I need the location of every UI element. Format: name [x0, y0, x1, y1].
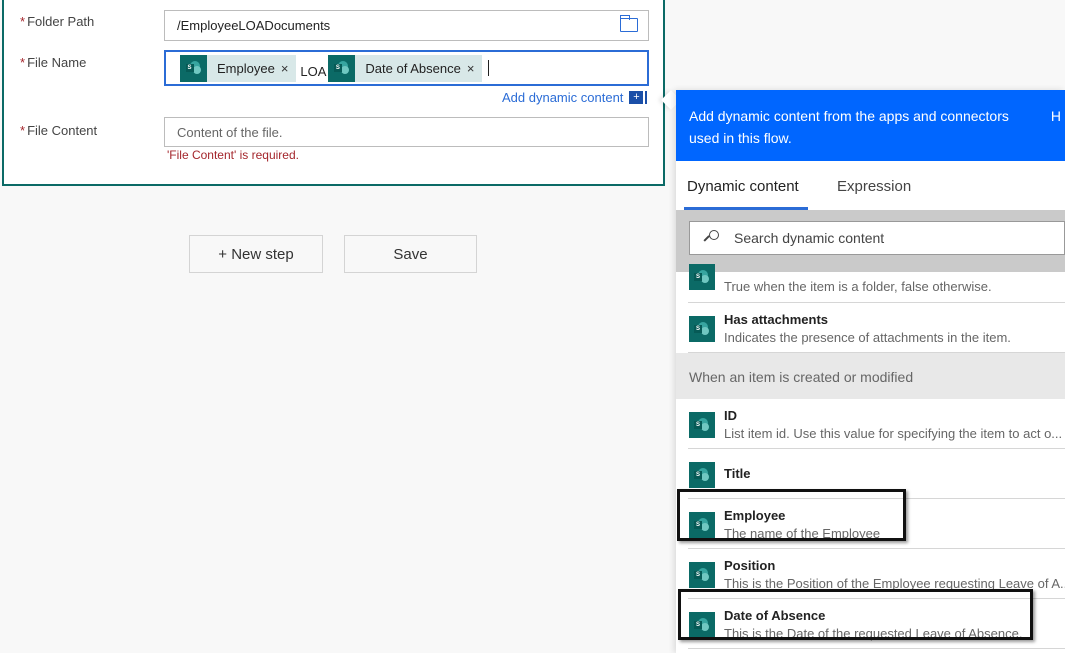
list-item-id[interactable]: S ID List item id. Use this value for sp…	[688, 399, 1065, 449]
text-caret	[488, 60, 490, 76]
sharepoint-icon: S	[689, 462, 715, 488]
save-button[interactable]: Save	[344, 235, 477, 273]
create-file-card: * Folder Path /EmployeeLOADocuments * File…	[2, 0, 665, 186]
file-content-error: 'File Content' is required.	[167, 148, 299, 162]
sharepoint-icon: S	[689, 412, 715, 438]
folder-path-input[interactable]: /EmployeeLOADocuments	[164, 10, 649, 41]
add-dynamic-content-link[interactable]: Add dynamic content +	[502, 90, 648, 105]
list-item-is-folder[interactable]: S True when the item is a folder, false …	[688, 264, 1065, 303]
group-header: When an item is created or modified	[676, 353, 1065, 399]
sharepoint-icon: S	[689, 512, 715, 538]
folder-path-label: * Folder Path	[20, 14, 95, 29]
date-of-absence-token-chip[interactable]: S Date of Absence ×	[328, 54, 483, 82]
folder-icon[interactable]	[619, 15, 638, 32]
employee-token-chip[interactable]: S Employee ×	[180, 54, 297, 82]
plus-icon[interactable]: +	[629, 91, 644, 104]
sharepoint-icon: S	[689, 612, 715, 638]
file-content-input[interactable]: Content of the file.	[164, 117, 649, 147]
panel-tabs: Dynamic content Expression	[676, 161, 1065, 210]
literal-text: LOA	[300, 63, 327, 79]
search-icon	[702, 229, 720, 247]
sharepoint-icon: S	[689, 264, 715, 290]
tab-dynamic-content[interactable]: Dynamic content	[687, 178, 799, 195]
list-item-date-of-absence[interactable]: S Date of Absence This is the Date of th…	[688, 599, 1065, 649]
remove-token-icon[interactable]: ×	[281, 61, 297, 76]
sharepoint-icon: S	[689, 562, 715, 588]
panel-header: Add dynamic content from the apps and co…	[676, 90, 1065, 161]
active-tab-indicator	[684, 207, 808, 210]
dynamic-content-panel: Add dynamic content from the apps and co…	[676, 90, 1065, 653]
file-name-label: * File Name	[20, 55, 87, 70]
list-item-employee[interactable]: S Employee The name of the Employee	[688, 499, 1065, 549]
sharepoint-icon: S	[328, 54, 356, 82]
list-item-title[interactable]: S Title	[688, 449, 1065, 499]
new-step-button[interactable]: + New step	[189, 235, 323, 273]
hide-link[interactable]: H	[1051, 105, 1061, 127]
folder-path-value: /EmployeeLOADocuments	[177, 18, 331, 33]
sharepoint-icon: S	[180, 54, 207, 82]
search-input[interactable]: Search dynamic content	[689, 221, 1065, 255]
list-item-position[interactable]: S Position This is the Position of the E…	[688, 549, 1065, 599]
file-name-input[interactable]: S Employee × LOA S Date of Absence ×	[164, 50, 649, 86]
tab-expression[interactable]: Expression	[837, 178, 911, 195]
remove-token-icon[interactable]: ×	[467, 61, 483, 76]
list-item-has-attachments[interactable]: S Has attachments Indicates the presence…	[688, 303, 1065, 353]
file-content-label: * File Content	[20, 123, 98, 138]
sharepoint-icon: S	[689, 316, 715, 342]
